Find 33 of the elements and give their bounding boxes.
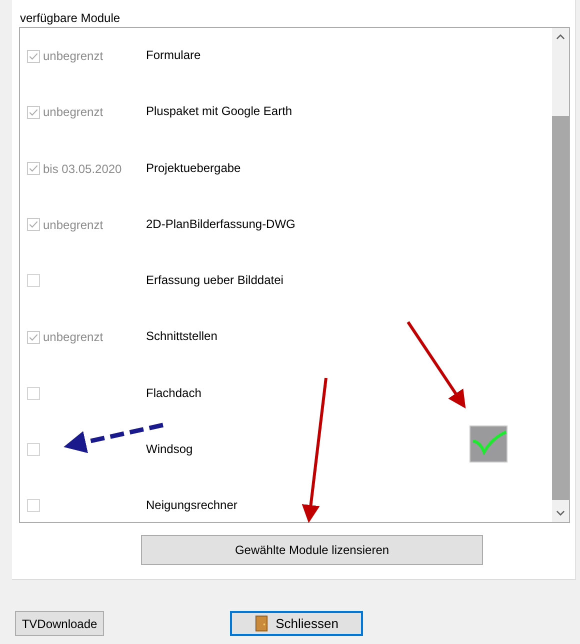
checkbox[interactable] (27, 50, 40, 62)
checkbox[interactable] (27, 218, 40, 232)
group-title: verfügbare Module (20, 11, 120, 25)
checkbox[interactable] (27, 443, 40, 456)
module-name: Projektuebergabe (146, 162, 241, 175)
module-name: Pluspaket mit Google Earth (146, 105, 292, 118)
license-button[interactable]: Gewählte Module lizensieren (141, 535, 483, 565)
downloader-button[interactable]: TVDownloade (15, 611, 104, 636)
module-name: Formulare (146, 49, 201, 62)
module-name: Neigungsrechner (146, 499, 238, 512)
checkbox[interactable] (27, 162, 40, 176)
validity-text: unbegrenzt (43, 49, 104, 63)
scroll-down-icon[interactable] (556, 510, 565, 516)
scrollbar-thumb[interactable] (552, 116, 569, 500)
checkbox[interactable] (27, 274, 40, 288)
module-name: Erfassung ueber Bilddatei (146, 274, 284, 288)
validity-text: bis 03.05.2020 (43, 162, 122, 176)
validity-text: unbegrenzt (43, 330, 104, 344)
module-name: Flachdach (146, 386, 202, 400)
door-icon (254, 615, 268, 632)
check-icon (470, 426, 508, 462)
validity-text: unbegrenzt (43, 105, 104, 120)
scrollbar[interactable] (552, 28, 569, 522)
module-name: Schnittstellen (146, 330, 218, 344)
module-name: Windsog (146, 443, 193, 456)
checkbox[interactable] (27, 330, 40, 344)
checkbox[interactable] (27, 499, 40, 512)
checkbox[interactable] (27, 386, 40, 400)
checkbox[interactable] (27, 106, 40, 119)
scroll-up-icon[interactable] (556, 34, 565, 40)
close-button[interactable]: Schliessen (230, 611, 363, 636)
validity-text: unbegrenzt (43, 218, 104, 232)
module-name: 2D-PlanBilderfassung-DWG (146, 218, 296, 231)
